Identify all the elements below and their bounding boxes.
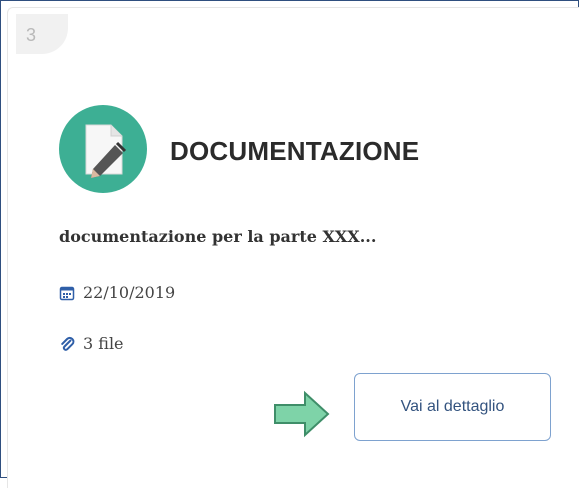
screenshot-frame: 3 DOCUMENTAZIONE documentazione per la p…	[0, 0, 579, 488]
paperclip-icon	[61, 336, 75, 351]
green-arrow-icon	[274, 390, 330, 438]
card-description: documentazione per la parte XXX...	[59, 227, 377, 246]
document-edit-icon	[59, 105, 147, 193]
file-count: 3 file	[83, 334, 124, 353]
date-row: 22/10/2019	[59, 283, 175, 302]
view-details-button[interactable]: Vai al dettaglio	[354, 373, 551, 441]
calendar-icon	[59, 286, 75, 300]
step-number-badge: 3	[16, 14, 68, 54]
files-row: 3 file	[59, 334, 124, 353]
card-title: DOCUMENTAZIONE	[170, 136, 420, 166]
card-date: 22/10/2019	[83, 283, 176, 302]
